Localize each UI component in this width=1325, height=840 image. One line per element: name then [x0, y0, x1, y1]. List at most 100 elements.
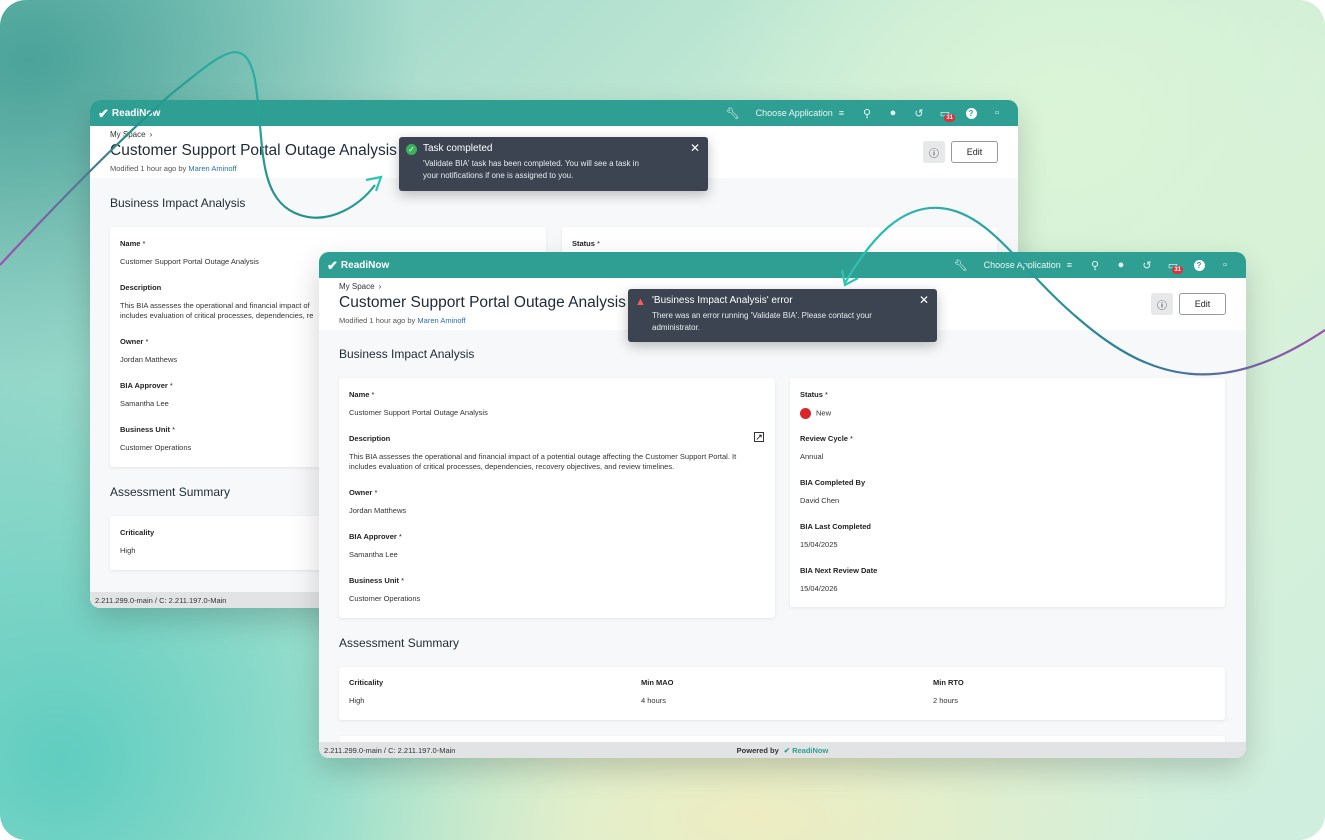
- section-title-assessment: Assessment Summary: [110, 485, 231, 499]
- field-value: High: [120, 546, 136, 555]
- field-label: Name *: [349, 390, 375, 399]
- version-text: 2.211.299.0-main / C: 2.211.197.0-Main: [95, 595, 227, 605]
- window-icon[interactable]: ▫: [984, 100, 1010, 126]
- field-label: BIA Next Review Date: [800, 566, 878, 575]
- field-value: Jordan Matthews: [120, 355, 178, 364]
- field-label: Business Unit *: [349, 576, 405, 585]
- window-icon[interactable]: ▫: [1212, 252, 1238, 278]
- powered-by: Powered by ✔ ReadiNow: [736, 745, 829, 755]
- info-icon: ⓘ: [1157, 300, 1167, 312]
- search-icon[interactable]: ⚲: [854, 100, 880, 126]
- check-logo-icon: ✔: [98, 105, 109, 121]
- user-icon[interactable]: ●: [1108, 252, 1134, 278]
- bia-details-card: Name * Customer Support Portal Outage An…: [339, 378, 775, 618]
- check-circle-icon: ✓: [406, 144, 417, 155]
- field-label: Description: [120, 283, 162, 292]
- status-value: New: [800, 408, 831, 419]
- readinow-footer-logo: ✔ ReadiNow: [783, 745, 829, 755]
- field-value: Customer Support Portal Outage Analysis: [349, 408, 488, 417]
- help-icon[interactable]: ?: [958, 100, 984, 126]
- check-logo-icon: ✔: [327, 257, 338, 273]
- field-label: BIA Approver *: [349, 532, 402, 541]
- wrench-icon[interactable]: 🔧︎: [948, 252, 974, 278]
- field-value: 15/04/2025: [800, 540, 838, 549]
- field-label: BIA Approver *: [120, 381, 173, 390]
- section-title-assessment: Assessment Summary: [339, 636, 460, 650]
- field-label: Owner *: [349, 488, 378, 497]
- check-logo-icon: ✔: [783, 745, 791, 755]
- edit-button[interactable]: Edit: [1179, 293, 1226, 315]
- choose-application-button[interactable]: Choose Application ≡: [974, 260, 1082, 270]
- assessment-summary-card: Criticality High Min MAO 4 hours Min RTO…: [339, 667, 1225, 720]
- user-icon[interactable]: ●: [880, 100, 906, 126]
- field-label: Status *: [800, 390, 828, 399]
- field-value: This BIA assesses the operational and fi…: [120, 301, 314, 320]
- field-value: 15/04/2026: [800, 584, 838, 593]
- chevron-right-icon: ›: [149, 130, 153, 139]
- summary-label: Min RTO: [933, 678, 964, 687]
- toast-title: Task completed: [423, 143, 493, 154]
- menu-icon: ≡: [1066, 260, 1072, 270]
- field-value: This BIA assesses the operational and fi…: [349, 452, 737, 471]
- toast-message: 'Validate BIA' task has been completed. …: [423, 159, 639, 180]
- notifications-icon[interactable]: ▭ 31: [1160, 252, 1186, 278]
- notification-count-badge: 31: [1172, 266, 1183, 274]
- toast-message: There was an error running 'Validate BIA…: [652, 311, 872, 332]
- warning-icon: ▲: [635, 295, 646, 308]
- menu-icon: ≡: [838, 108, 844, 118]
- background-canvas: ✔ ReadiNow 🔧︎ Choose Application ≡ ⚲ ● ↺…: [0, 0, 1325, 840]
- field-label: Criticality: [120, 528, 155, 537]
- readinow-logo[interactable]: ✔ ReadiNow: [98, 107, 160, 120]
- notifications-icon[interactable]: ▭ 31: [932, 100, 958, 126]
- wrench-icon[interactable]: 🔧︎: [720, 100, 746, 126]
- status-details-card: Status * New Review Cycle * Annual BIA C…: [790, 378, 1225, 607]
- close-icon[interactable]: ✕: [919, 293, 929, 307]
- search-icon[interactable]: ⚲: [1082, 252, 1108, 278]
- history-icon[interactable]: ↺: [1134, 252, 1160, 278]
- info-button[interactable]: ⓘ: [1151, 293, 1173, 315]
- modified-user-link[interactable]: Maren Aminoff: [188, 164, 236, 173]
- info-button[interactable]: ⓘ: [923, 141, 945, 163]
- error-toast: ▲ 'Business Impact Analysis' error There…: [628, 289, 937, 342]
- app-top-bar: ✔ ReadiNow 🔧︎ Choose Application ≡ ⚲ ● ↺…: [90, 100, 1018, 126]
- summary-label: Criticality: [349, 678, 384, 687]
- field-value: Customer Support Portal Outage Analysis: [120, 257, 259, 266]
- field-value: Customer Operations: [120, 443, 192, 452]
- field-value: Samantha Lee: [349, 550, 398, 559]
- field-value: Samantha Lee: [120, 399, 169, 408]
- choose-application-button[interactable]: Choose Application ≡: [746, 108, 854, 118]
- status-dot-icon: [800, 408, 811, 419]
- field-value: David Chen: [800, 496, 840, 505]
- field-label: Review Cycle *: [800, 434, 853, 443]
- field-label: Owner *: [120, 337, 149, 346]
- section-title-bia: Business Impact Analysis: [110, 196, 246, 210]
- summary-label: Min MAO: [641, 678, 674, 687]
- field-label: BIA Last Completed: [800, 522, 871, 531]
- summary-value: 4 hours: [641, 696, 667, 705]
- field-value: Customer Operations: [349, 594, 421, 603]
- status-footer: 2.211.299.0-main / C: 2.211.197.0-Main P…: [319, 742, 1246, 758]
- readinow-logo[interactable]: ✔ ReadiNow: [327, 259, 389, 272]
- edit-button[interactable]: Edit: [951, 141, 998, 163]
- info-icon: ⓘ: [929, 148, 939, 160]
- history-icon[interactable]: ↺: [906, 100, 932, 126]
- chevron-right-icon: ›: [378, 282, 382, 291]
- version-text: 2.211.299.0-main / C: 2.211.197.0-Main: [324, 745, 456, 755]
- close-icon[interactable]: ✕: [690, 141, 700, 155]
- notification-count-badge: 31: [944, 114, 955, 122]
- field-value: Annual: [800, 452, 824, 461]
- summary-value: 2 hours: [933, 696, 959, 705]
- expand-icon[interactable]: ↗: [754, 432, 764, 442]
- modified-user-link[interactable]: Maren Aminoff: [417, 316, 465, 325]
- section-title-bia: Business Impact Analysis: [339, 347, 475, 361]
- field-value: Jordan Matthews: [349, 506, 407, 515]
- field-label: BIA Completed By: [800, 478, 866, 487]
- task-completed-toast: ✓ Task completed 'Validate BIA' task has…: [399, 137, 708, 191]
- field-label: Business Unit *: [120, 425, 176, 434]
- field-label: Description: [349, 434, 391, 443]
- summary-value: High: [349, 696, 365, 705]
- help-icon[interactable]: ?: [1186, 252, 1212, 278]
- field-label: Name *: [120, 239, 146, 248]
- toast-title: 'Business Impact Analysis' error: [652, 295, 793, 306]
- field-label: Status *: [572, 239, 600, 248]
